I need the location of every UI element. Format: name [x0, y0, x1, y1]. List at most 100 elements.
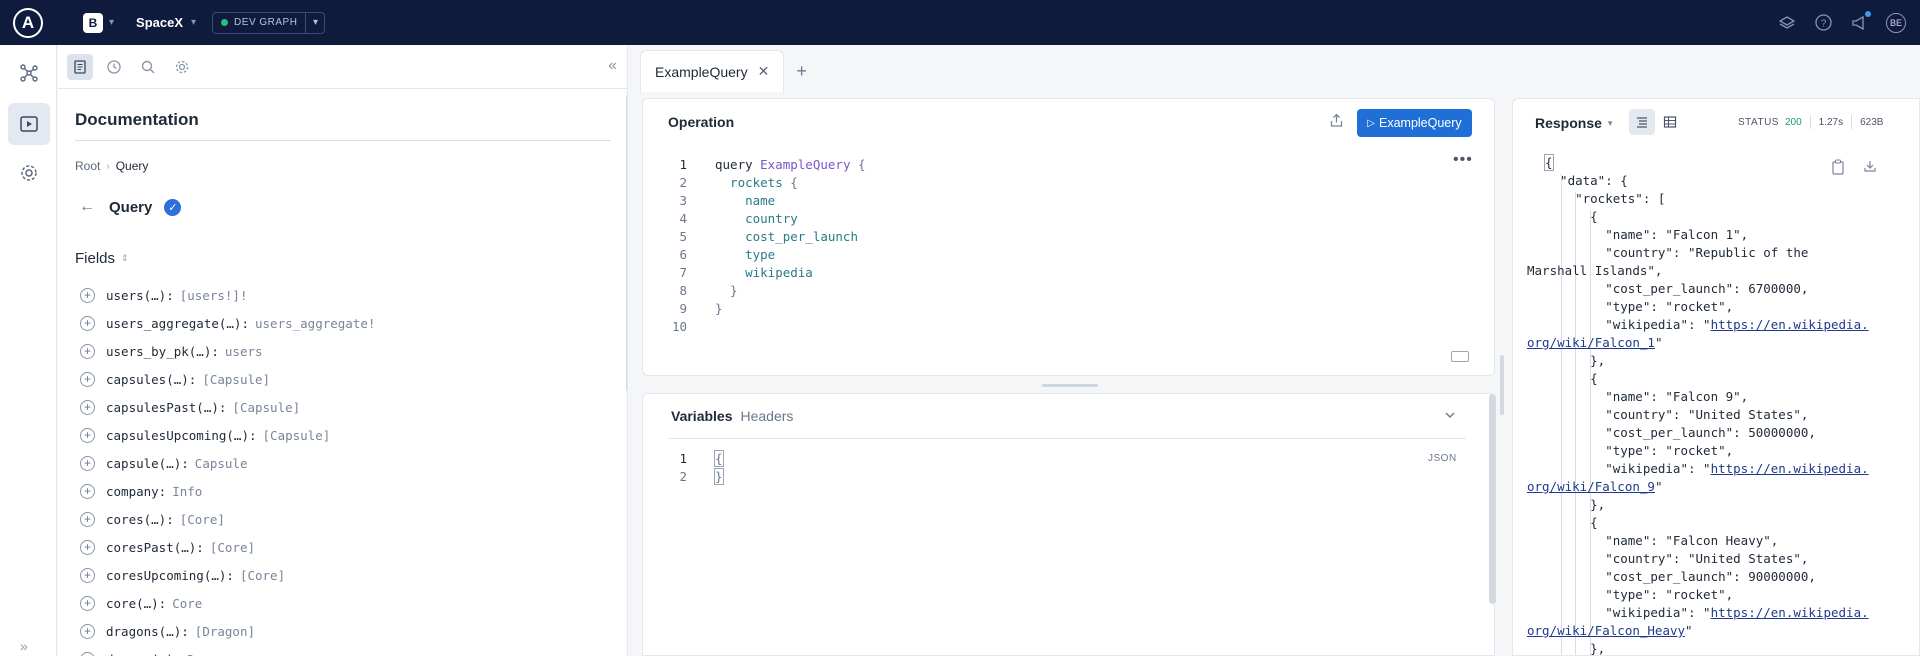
- field-name[interactable]: cores(…):: [106, 512, 174, 527]
- field-type[interactable]: users_aggregate!: [255, 316, 375, 331]
- field-name[interactable]: company:: [106, 484, 166, 499]
- field-row[interactable]: + coresPast(…): [Core]: [80, 533, 375, 561]
- variables-editor[interactable]: 1{2}: [657, 449, 724, 485]
- add-field-icon[interactable]: +: [80, 567, 95, 583]
- tab-headers[interactable]: Headers: [741, 408, 794, 424]
- add-field-icon[interactable]: +: [80, 595, 95, 611]
- field-row[interactable]: + users_aggregate(…): users_aggregate!: [80, 309, 375, 337]
- gear-icon[interactable]: [169, 54, 195, 80]
- add-field-icon[interactable]: +: [80, 539, 95, 555]
- field-name[interactable]: coresUpcoming(…):: [106, 568, 234, 583]
- more-options-icon[interactable]: •••: [1453, 151, 1473, 169]
- field-name[interactable]: users(…):: [106, 288, 174, 303]
- json-link[interactable]: org/wiki/Falcon_1: [1527, 335, 1655, 350]
- schema-graph-icon[interactable]: [8, 52, 50, 94]
- variant-selector[interactable]: DEV GRAPH ▾: [212, 11, 326, 34]
- field-row[interactable]: + capsulesUpcoming(…): [Capsule]: [80, 421, 375, 449]
- text-view-icon[interactable]: [1629, 109, 1655, 135]
- field-row[interactable]: + users_by_pk(…): users: [80, 337, 375, 365]
- field-name[interactable]: capsulesUpcoming(…):: [106, 428, 257, 443]
- collapse-panel-icon[interactable]: «: [608, 57, 617, 75]
- add-field-icon[interactable]: +: [80, 399, 95, 415]
- field-row[interactable]: + capsulesPast(…): [Capsule]: [80, 393, 375, 421]
- field-name[interactable]: users_aggregate(…):: [106, 316, 249, 331]
- field-name[interactable]: capsule(…):: [106, 456, 189, 471]
- field-row[interactable]: + capsules(…): [Capsule]: [80, 365, 375, 393]
- field-type[interactable]: [Capsule]: [263, 428, 331, 443]
- field-row[interactable]: + coresUpcoming(…): [Core]: [80, 561, 375, 589]
- share-icon[interactable]: [1329, 113, 1344, 133]
- add-field-icon[interactable]: +: [80, 287, 95, 303]
- announcements-icon[interactable]: [1850, 10, 1871, 32]
- field-type[interactable]: Dragon: [187, 652, 232, 656]
- settings-gear-icon[interactable]: [8, 152, 50, 194]
- operation-editor[interactable]: 1 query ExampleQuery {2 rockets {3 name 4 …: [657, 155, 866, 335]
- fields-heading[interactable]: Fields ⇕: [75, 250, 129, 267]
- field-type[interactable]: [users!]!: [180, 288, 248, 303]
- expand-rail-icon[interactable]: »: [20, 638, 28, 654]
- search-icon[interactable]: [135, 54, 161, 80]
- field-row[interactable]: + dragon(…): Dragon: [80, 645, 375, 656]
- field-row[interactable]: + capsule(…): Capsule: [80, 449, 375, 477]
- json-link[interactable]: https://en.wikipedia.: [1711, 317, 1869, 332]
- org-chevron-down-icon[interactable]: ▾: [109, 17, 114, 28]
- add-field-icon[interactable]: +: [80, 483, 95, 499]
- editor-scrollbar[interactable]: [1500, 355, 1504, 415]
- back-arrow-icon[interactable]: ←: [79, 198, 95, 216]
- field-name[interactable]: core(…):: [106, 596, 166, 611]
- field-row[interactable]: + users(…): [users!]!: [80, 281, 375, 309]
- explorer-icon[interactable]: [8, 103, 50, 145]
- field-type[interactable]: [Capsule]: [202, 372, 270, 387]
- variant-label-box[interactable]: DEV GRAPH: [213, 12, 307, 33]
- docs-icon[interactable]: [67, 53, 93, 80]
- field-type[interactable]: users: [225, 344, 263, 359]
- tab-variables[interactable]: Variables: [671, 408, 733, 424]
- graph-name[interactable]: SpaceX: [136, 15, 183, 30]
- field-row[interactable]: + cores(…): [Core]: [80, 505, 375, 533]
- breadcrumb-root[interactable]: Root: [75, 159, 100, 173]
- field-type[interactable]: Capsule: [195, 456, 248, 471]
- field-row[interactable]: + dragons(…): [Dragon]: [80, 617, 375, 645]
- field-name[interactable]: capsulesPast(…):: [106, 400, 226, 415]
- field-type[interactable]: [Core]: [180, 512, 225, 527]
- docs-scrollbar[interactable]: [626, 93, 627, 393]
- add-field-icon[interactable]: +: [80, 315, 95, 331]
- json-link[interactable]: org/wiki/Falcon_Heavy: [1527, 623, 1685, 638]
- add-field-icon[interactable]: +: [80, 623, 95, 639]
- field-name[interactable]: dragon(…):: [106, 652, 181, 656]
- graph-chevron-down-icon[interactable]: ▾: [191, 17, 196, 28]
- variant-chevron-down-icon[interactable]: ▾: [306, 17, 324, 28]
- add-tab-icon[interactable]: +: [796, 50, 807, 92]
- add-field-icon[interactable]: +: [80, 511, 95, 527]
- field-row[interactable]: + company: Info: [80, 477, 375, 505]
- sort-icon[interactable]: ⇕: [121, 253, 129, 264]
- add-field-icon[interactable]: +: [80, 455, 95, 471]
- field-type[interactable]: Info: [172, 484, 202, 499]
- add-field-icon[interactable]: +: [80, 651, 95, 656]
- add-field-icon[interactable]: +: [80, 343, 95, 359]
- field-row[interactable]: + core(…): Core: [80, 589, 375, 617]
- chevron-down-icon[interactable]: [1443, 408, 1457, 427]
- response-title[interactable]: Response ▾: [1535, 115, 1612, 131]
- avatar[interactable]: BE: [1886, 12, 1906, 33]
- field-type[interactable]: [Dragon]: [195, 624, 255, 639]
- tab-example-query[interactable]: ExampleQuery ✕: [640, 50, 785, 92]
- field-name[interactable]: users_by_pk(…):: [106, 344, 219, 359]
- json-link[interactable]: https://en.wikipedia.: [1711, 605, 1869, 620]
- org-badge[interactable]: B: [83, 12, 103, 33]
- field-name[interactable]: dragons(…):: [106, 624, 189, 639]
- variables-scrollbar[interactable]: [1489, 394, 1496, 604]
- help-icon[interactable]: ?: [1814, 14, 1832, 32]
- history-icon[interactable]: [101, 54, 127, 80]
- field-name[interactable]: capsules(…):: [106, 372, 196, 387]
- field-type[interactable]: [Capsule]: [232, 400, 300, 415]
- layers-icon[interactable]: [1778, 14, 1796, 32]
- keyboard-shortcuts-icon[interactable]: [1451, 351, 1469, 362]
- run-query-button[interactable]: ▷ ExampleQuery: [1357, 109, 1472, 137]
- field-name[interactable]: coresPast(…):: [106, 540, 204, 555]
- table-view-icon[interactable]: [1657, 109, 1683, 135]
- apollo-logo-icon[interactable]: A: [13, 7, 43, 38]
- panel-resize-handle[interactable]: [1042, 384, 1098, 387]
- json-link[interactable]: org/wiki/Falcon_9: [1527, 479, 1655, 494]
- field-type[interactable]: Core: [172, 596, 202, 611]
